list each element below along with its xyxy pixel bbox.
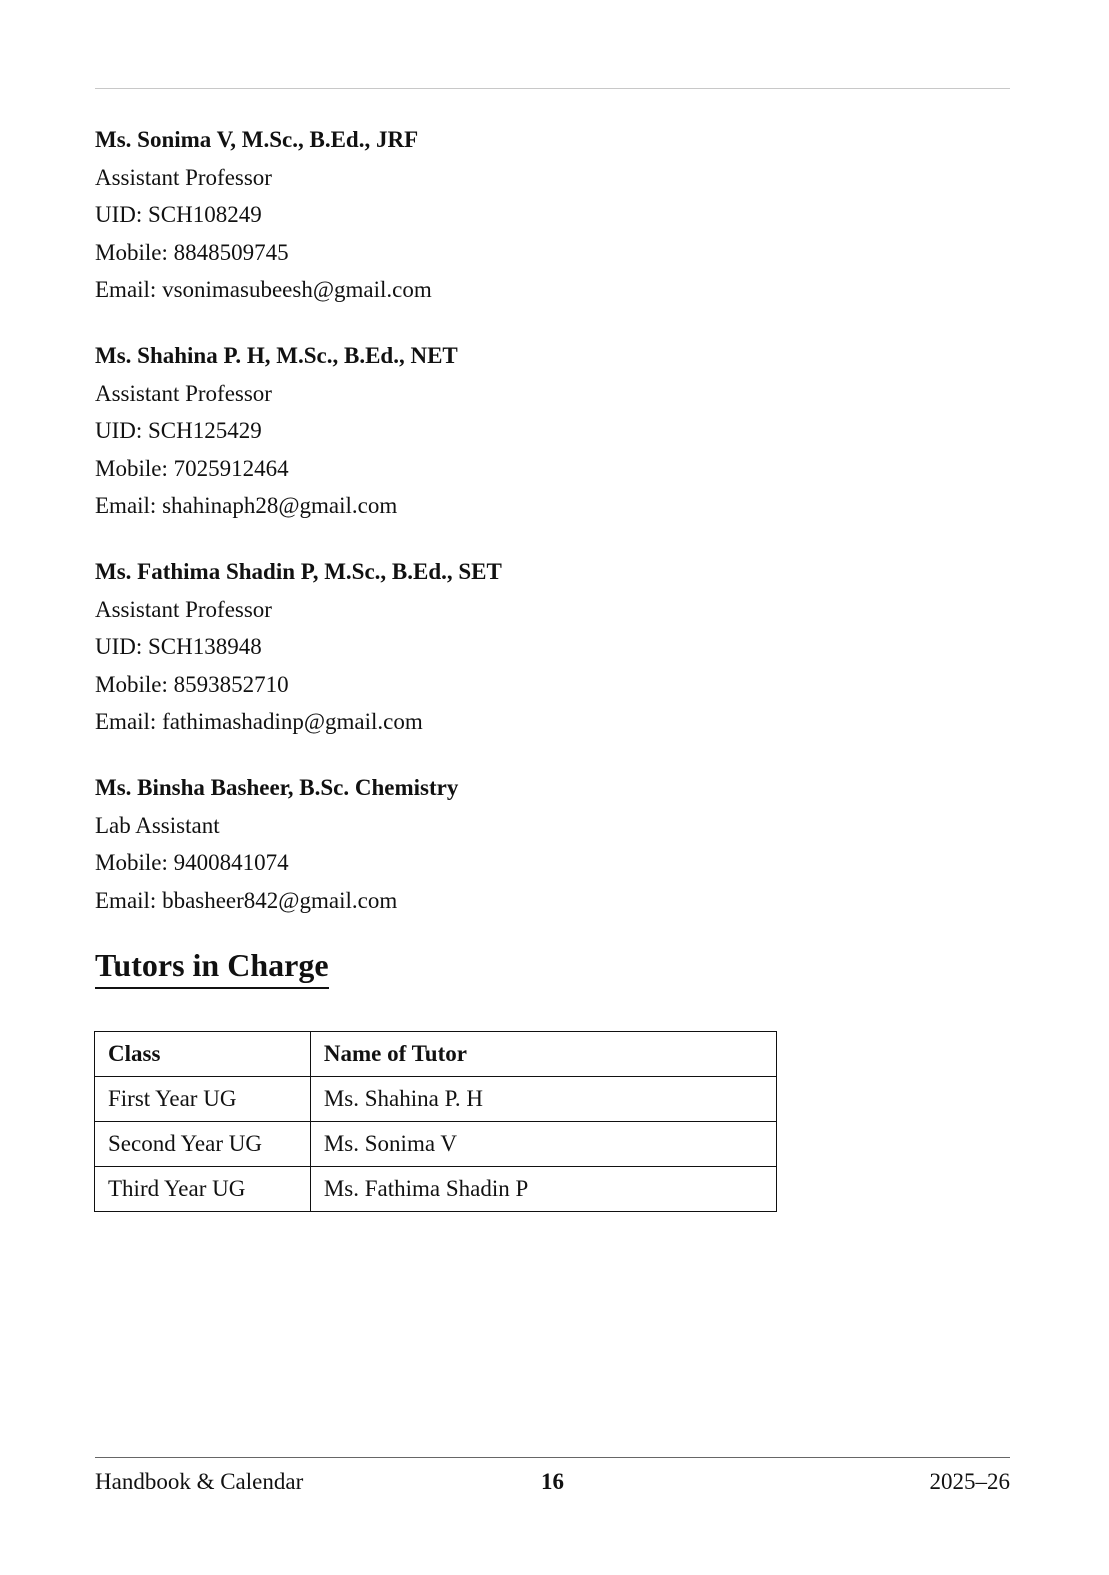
- staff-entry-fathima: Ms. Fathima Shadin P, M.Sc., B.Ed., SET …: [95, 553, 1010, 741]
- staff-email: Email: shahinaph28@gmail.com: [95, 493, 398, 519]
- staff-entry-binsha: Ms. Binsha Basheer, B.Sc. Chemistry Lab …: [95, 769, 1010, 919]
- staff-name: Ms. Sonima V, M.Sc., B.Ed., JRF: [95, 127, 419, 152]
- staff-uid: UID: SCH125429: [95, 418, 262, 444]
- staff-name: Ms. Binsha Basheer, B.Sc. Chemistry: [95, 774, 459, 800]
- staff-name: Ms. Shahina P. H, M.Sc., B.Ed., NET: [95, 342, 458, 368]
- column-header-tutor: Name of Tutor: [309, 1031, 778, 1077]
- staff-mobile: Mobile: 8593852710: [95, 671, 289, 697]
- footer-divider: [95, 1457, 1010, 1458]
- tutors-table: Class Name of Tutor First Year UG Ms. Sh…: [94, 1031, 778, 1212]
- staff-email: Email: bbasheer842@gmail.com: [95, 887, 398, 913]
- staff-designation: Lab Assistant: [95, 812, 220, 838]
- section-heading-tutors: Tutors in Charge: [95, 943, 329, 989]
- page-footer: Handbook & Calendar 16 2025–26: [95, 1466, 1010, 1498]
- tutor-cell: Ms. Sonima V: [309, 1121, 778, 1167]
- staff-entry-sonima: Ms. Sonima V, M.Sc., B.Ed., JRF Assistan…: [95, 121, 1010, 309]
- table-row: Third Year UG Ms. Fathima Shadin P: [94, 1166, 778, 1212]
- staff-mobile: Mobile: 7025912464: [95, 455, 289, 481]
- column-header-class: Class: [94, 1031, 311, 1077]
- tutor-cell: Ms. Fathima Shadin P: [309, 1166, 778, 1212]
- staff-entry-shahina: Ms. Shahina P. H, M.Sc., B.Ed., NET Assi…: [95, 337, 1010, 525]
- table-row: First Year UG Ms. Shahina P. H: [94, 1076, 778, 1122]
- table-header-row: Class Name of Tutor: [94, 1031, 778, 1077]
- staff-designation: Assistant Professor: [95, 596, 272, 622]
- staff-mobile: Mobile: 9400841074: [95, 850, 289, 876]
- staff-email: Email: vsonimasubeesh@gmail.com: [95, 277, 432, 303]
- staff-mobile: Mobile: 8848509745: [95, 239, 289, 265]
- class-cell: Third Year UG: [94, 1166, 311, 1212]
- table-row: Second Year UG Ms. Sonima V: [94, 1121, 778, 1167]
- staff-designation: Assistant Professor: [95, 164, 272, 190]
- staff-name: Ms. Fathima Shadin P, M.Sc., B.Ed., SET: [95, 558, 502, 584]
- page-number: 16: [541, 1469, 564, 1494]
- footer-year: 2025–26: [929, 1469, 1011, 1494]
- top-divider: [95, 88, 1010, 89]
- staff-list: Ms. Sonima V, M.Sc., B.Ed., JRF Assistan…: [95, 121, 1010, 947]
- tutor-cell: Ms. Shahina P. H: [309, 1076, 778, 1122]
- staff-email: Email: fathimashadinp@gmail.com: [95, 709, 423, 735]
- class-cell: First Year UG: [94, 1076, 311, 1122]
- staff-designation: Assistant Professor: [95, 380, 272, 406]
- staff-uid: UID: SCH108249: [95, 202, 262, 228]
- staff-uid: UID: SCH138948: [95, 634, 262, 660]
- class-cell: Second Year UG: [94, 1121, 311, 1167]
